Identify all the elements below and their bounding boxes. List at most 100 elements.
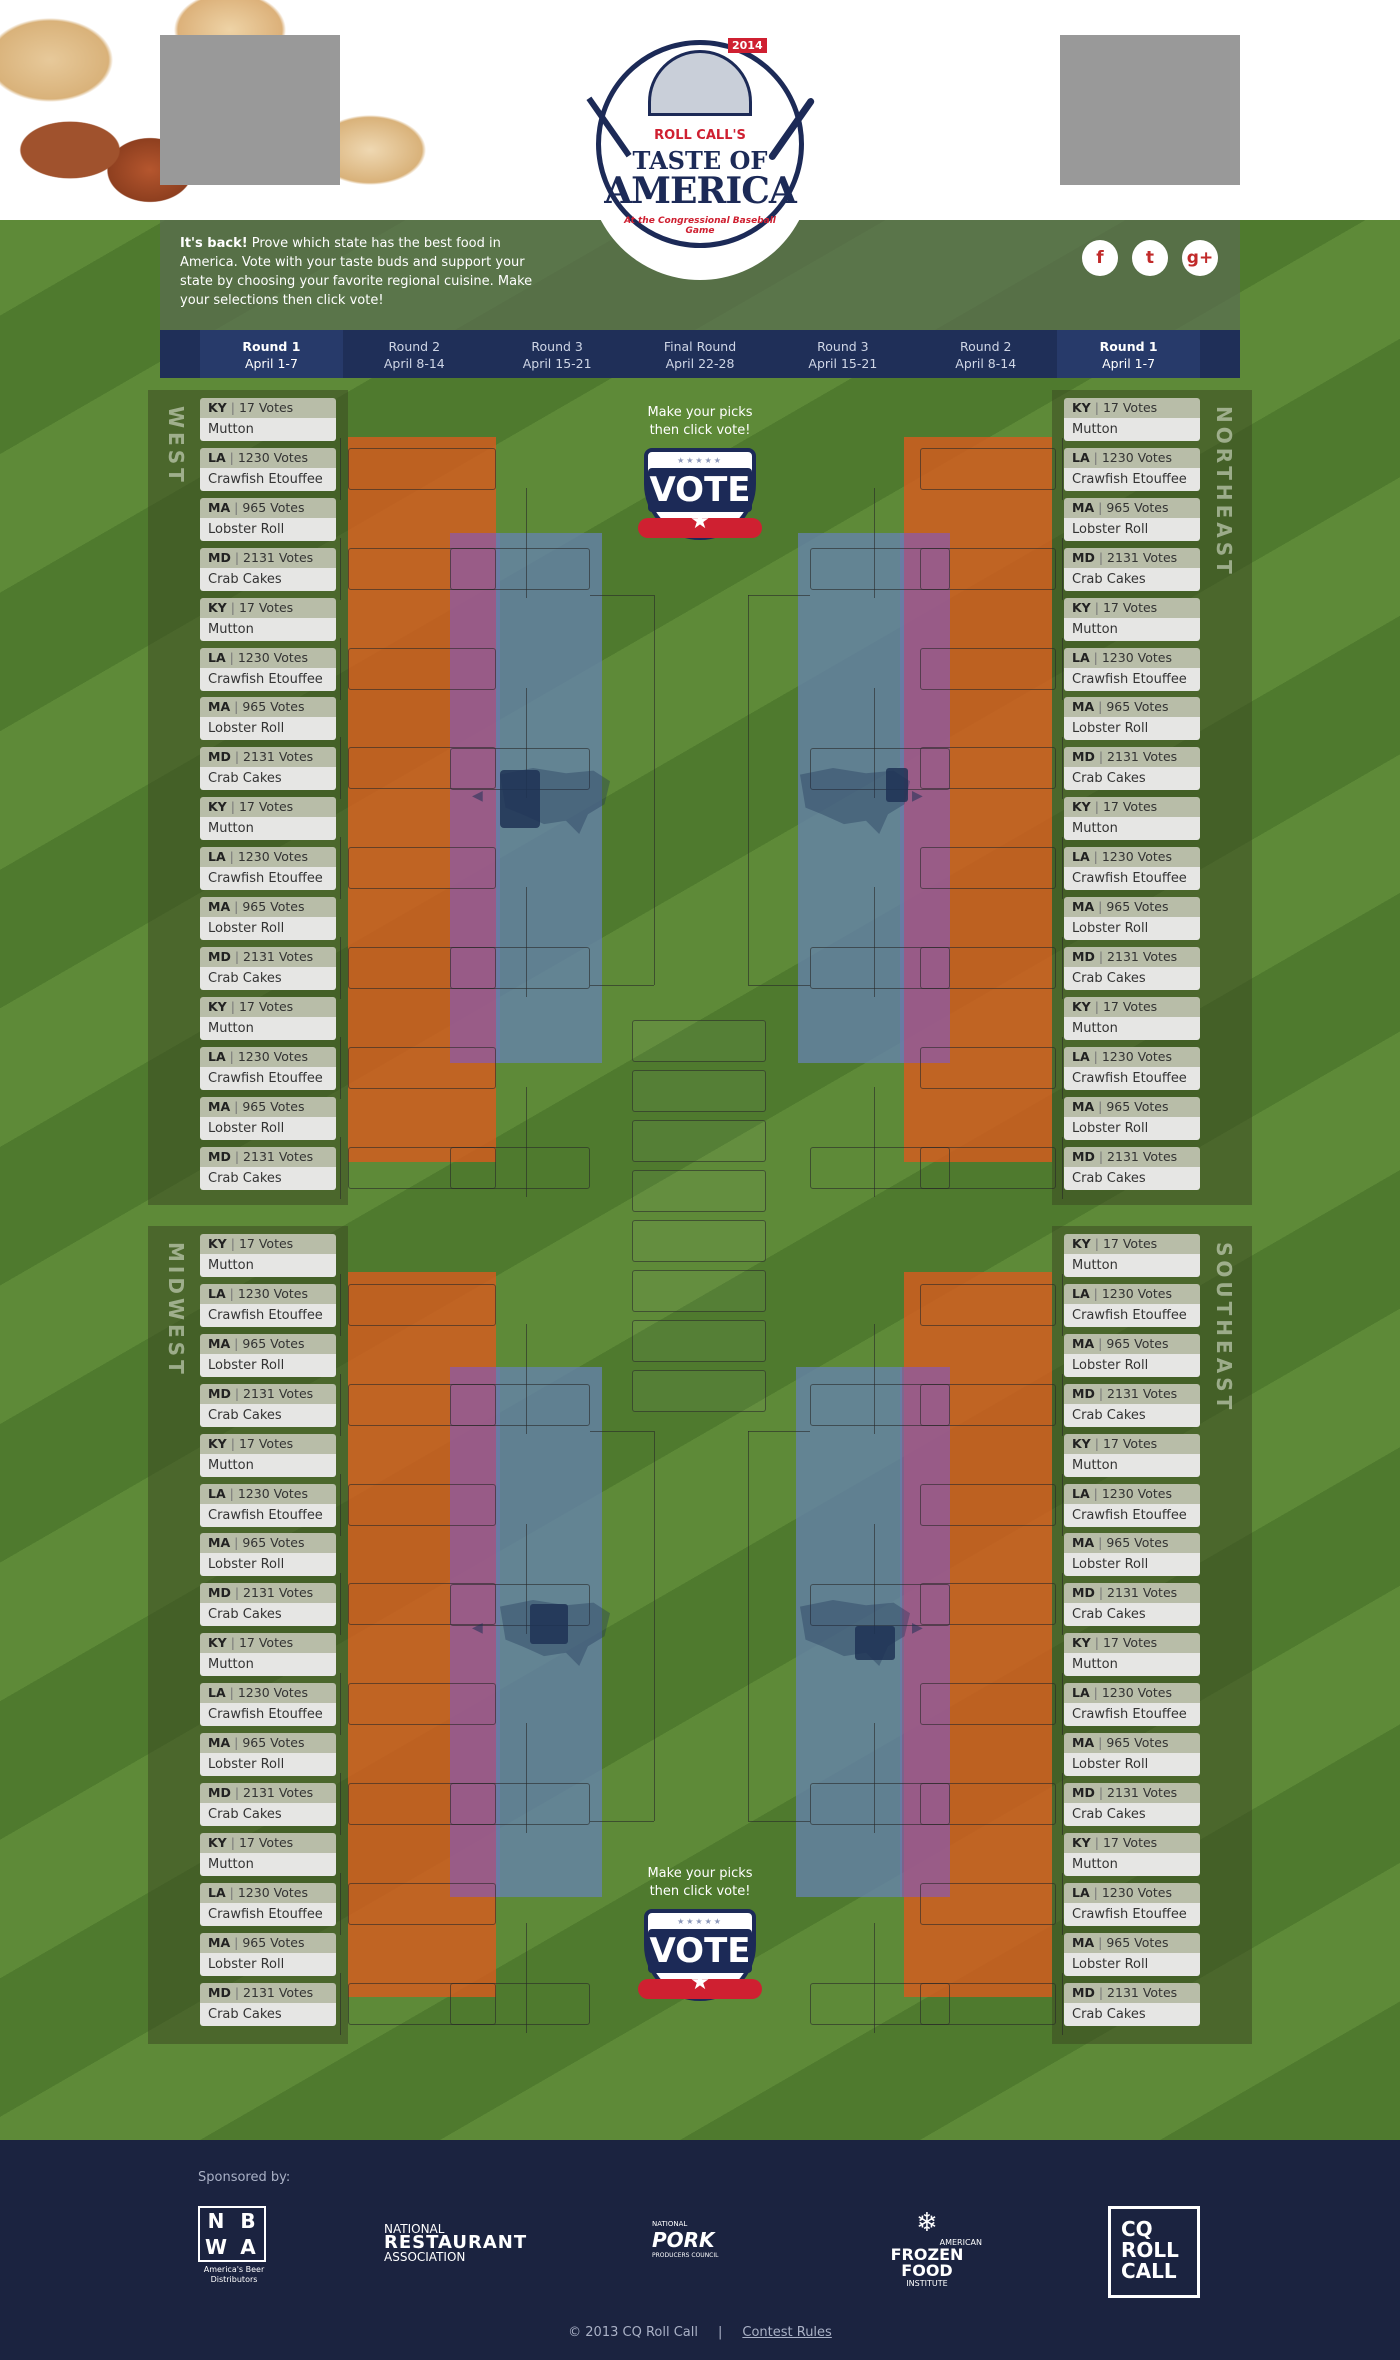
entry-dish[interactable]: Mutton [1064,617,1200,641]
tab-round-1-left[interactable]: Round 1 April 1-7 [200,330,343,378]
round-2-slot-left[interactable] [348,1284,496,1326]
entry-dish[interactable]: Crab Cakes [200,1403,336,1427]
entry-west[interactable]: MA | 965 Votes Lobster Roll [200,1096,336,1143]
entry-northeast[interactable]: KY | 17 Votes Mutton [1064,996,1200,1043]
entry-dish[interactable]: Lobster Roll [1064,917,1200,940]
round-3-slot-left[interactable] [450,1982,590,2025]
entry-west[interactable]: LA | 1230 Votes Crawfish Etouffee [200,647,336,694]
entry-midwest[interactable]: MA | 965 Votes Lobster Roll [200,1333,336,1380]
ad-placeholder-left[interactable] [160,35,340,185]
round-2-slot-right[interactable] [920,847,1056,890]
entry-midwest[interactable]: MD | 2131 Votes Crab Cakes [200,1982,336,2029]
round-3-slot-left[interactable] [450,1783,590,1826]
entry-southeast[interactable]: KY | 17 Votes Mutton [1064,1433,1200,1480]
entry-midwest[interactable]: LA | 1230 Votes Crawfish Etouffee [200,1882,336,1929]
round-2-slot-right[interactable] [920,1046,1056,1089]
facebook-icon[interactable]: f [1082,240,1118,276]
round-3-slot-right[interactable] [810,548,950,590]
entry-dish[interactable]: Mutton [200,1653,336,1677]
tab-round-1-right[interactable]: Round 1 April 1-7 [1057,330,1201,378]
entry-dish[interactable]: Lobster Roll [200,517,336,541]
entry-west[interactable]: KY | 17 Votes Mutton [200,597,336,644]
round-2-slot-right[interactable] [920,647,1056,690]
entry-southeast[interactable]: LA | 1230 Votes Crawfish Etouffee [1064,1283,1200,1330]
entry-dish[interactable]: Lobster Roll [200,717,336,741]
entry-dish[interactable]: Crab Cakes [200,966,336,990]
entry-northeast[interactable]: KY | 17 Votes Mutton [1064,797,1200,843]
entry-dish[interactable]: Crab Cakes [200,1166,336,1190]
entry-southeast[interactable]: LA | 1230 Votes Crawfish Etouffee [1064,1483,1200,1530]
entry-dish[interactable]: Crab Cakes [1064,567,1200,591]
entry-dish[interactable]: Crab Cakes [1064,966,1200,990]
ad-placeholder-right[interactable] [1060,35,1240,185]
round-2-slot-left[interactable] [348,1046,496,1089]
entry-dish[interactable]: Crawfish Etouffee [200,1503,336,1527]
entry-dish[interactable]: Mutton [1064,1453,1200,1477]
entry-dish[interactable]: Mutton [200,1016,336,1040]
entry-northeast[interactable]: LA | 1230 Votes Crawfish Etouffee [1064,847,1200,893]
entry-northeast[interactable]: MA | 965 Votes Lobster Roll [1064,897,1200,943]
cq-roll-call-logo[interactable]: CQ ROLL CALL [1108,2206,1200,2298]
entry-dish[interactable]: Mutton [200,617,336,641]
entry-midwest[interactable]: LA | 1230 Votes Crawfish Etouffee [200,1283,336,1330]
tab-round-2-left[interactable]: Round 2 April 8-14 [343,330,486,378]
entry-southeast[interactable]: MA | 965 Votes Lobster Roll [1064,1533,1200,1579]
round-3-slot-left[interactable] [450,947,590,990]
entry-dish[interactable]: Lobster Roll [1064,1353,1200,1377]
entry-northeast[interactable]: LA | 1230 Votes Crawfish Etouffee [1064,647,1200,694]
entry-dish[interactable]: Lobster Roll [1064,1116,1200,1140]
entry-southeast[interactable]: LA | 1230 Votes Crawfish Etouffee [1064,1882,1200,1929]
entry-northeast[interactable]: MA | 965 Votes Lobster Roll [1064,1096,1200,1143]
entry-dish[interactable]: Crawfish Etouffee [200,1902,336,1926]
entry-southeast[interactable]: MD | 2131 Votes Crab Cakes [1064,1383,1200,1430]
entry-dish[interactable]: Mutton [200,418,336,441]
entry-midwest[interactable]: KY | 17 Votes Mutton [200,1234,336,1280]
entry-dish[interactable]: Crawfish Etouffee [1064,1303,1200,1327]
entry-midwest[interactable]: MA | 965 Votes Lobster Roll [200,1932,336,1979]
final-round-slot[interactable] [632,1070,766,1112]
round-3-slot-right[interactable] [810,1982,950,2025]
entry-midwest[interactable]: LA | 1230 Votes Crawfish Etouffee [200,1483,336,1530]
entry-west[interactable]: MD | 2131 Votes Crab Cakes [200,747,336,793]
round-3-slot-left[interactable] [450,548,590,590]
entry-southeast[interactable]: MA | 965 Votes Lobster Roll [1064,1333,1200,1380]
entry-dish[interactable]: Crawfish Etouffee [1064,867,1200,891]
entry-dish[interactable]: Lobster Roll [200,1553,336,1577]
round-3-slot-right[interactable] [810,947,950,990]
round-2-slot-left[interactable] [348,1483,496,1526]
round-2-slot-right[interactable] [920,448,1056,490]
entry-northeast[interactable]: LA | 1230 Votes Crawfish Etouffee [1064,447,1200,494]
entry-northeast[interactable]: KY | 17 Votes Mutton [1064,398,1200,444]
entry-dish[interactable]: Mutton [200,1254,336,1277]
entry-dish[interactable]: Lobster Roll [200,1952,336,1976]
entry-dish[interactable]: Mutton [1064,1653,1200,1677]
entry-dish[interactable]: Crab Cakes [1064,1166,1200,1190]
entry-northeast[interactable]: KY | 17 Votes Mutton [1064,597,1200,644]
entry-dish[interactable]: Crab Cakes [200,567,336,591]
entry-west[interactable]: MA | 965 Votes Lobster Roll [200,897,336,943]
twitter-icon[interactable]: t [1132,240,1168,276]
entry-midwest[interactable]: KY | 17 Votes Mutton [200,1633,336,1679]
round-3-slot-right[interactable] [810,1384,950,1426]
tab-round-3-left[interactable]: Round 3 April 15-21 [486,330,629,378]
entry-dish[interactable]: Crab Cakes [1064,1802,1200,1826]
entry-dish[interactable]: Mutton [1064,418,1200,441]
final-round-slot[interactable] [632,1220,766,1262]
nbwa-logo[interactable]: N B W A America's Beer Distributors [198,2206,270,2296]
round-2-slot-right[interactable] [920,1882,1056,1925]
entry-midwest[interactable]: MD | 2131 Votes Crab Cakes [200,1383,336,1430]
entry-northeast[interactable]: MA | 965 Votes Lobster Roll [1064,697,1200,743]
round-2-slot-right[interactable] [920,1284,1056,1326]
entry-dish[interactable]: Lobster Roll [200,1116,336,1140]
entry-dish[interactable]: Mutton [1064,1852,1200,1876]
entry-dish[interactable]: Crab Cakes [1064,1403,1200,1427]
entry-dish[interactable]: Crawfish Etouffee [1064,1902,1200,1926]
round-2-slot-right[interactable] [920,1683,1056,1726]
entry-dish[interactable]: Crawfish Etouffee [1064,467,1200,491]
entry-midwest[interactable]: KY | 17 Votes Mutton [200,1832,336,1879]
entry-dish[interactable]: Lobster Roll [1064,1952,1200,1976]
round-2-slot-left[interactable] [348,647,496,690]
entry-west[interactable]: MD | 2131 Votes Crab Cakes [200,547,336,594]
round-2-slot-left[interactable] [348,1683,496,1726]
entry-southeast[interactable]: MA | 965 Votes Lobster Roll [1064,1733,1200,1779]
